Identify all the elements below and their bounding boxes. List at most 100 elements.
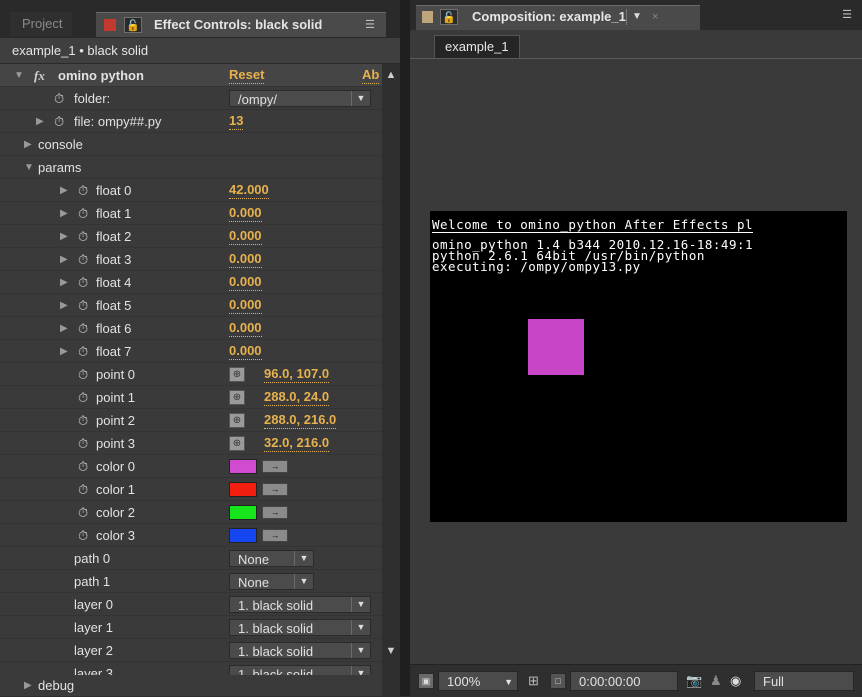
tab-project[interactable]: Project xyxy=(10,12,72,36)
stopwatch-icon[interactable]: ⏱ xyxy=(78,455,88,478)
expand-triangle-icon[interactable]: ▶ xyxy=(36,110,44,133)
point-value[interactable]: 288.0, 24.0 xyxy=(264,389,330,406)
stopwatch-icon[interactable]: ⏱ xyxy=(78,478,88,501)
expand-triangle-icon[interactable]: ▶ xyxy=(60,271,68,294)
stopwatch-icon[interactable]: ⏱ xyxy=(78,248,88,271)
panel-menu-icon[interactable]: ☰ xyxy=(842,8,852,21)
crosshair-icon[interactable]: ⊕ xyxy=(229,436,245,451)
float-value[interactable]: 0.000 xyxy=(229,343,262,360)
console-group-row[interactable]: ▶ console xyxy=(0,133,382,156)
path-dropdown[interactable]: None ▼ xyxy=(229,550,314,567)
float-value[interactable]: 42.000 xyxy=(229,182,269,199)
panel-menu-icon[interactable]: ☰ xyxy=(362,18,378,32)
expand-triangle-icon[interactable]: ▼ xyxy=(14,64,24,87)
stopwatch-icon[interactable]: ⏱ xyxy=(78,432,88,455)
effect-header-row[interactable]: ▼ fx omino python Reset Ab xyxy=(0,64,382,87)
debug-group-row[interactable]: ▶ debug xyxy=(0,675,382,696)
collapse-triangle-icon[interactable]: ▼ xyxy=(24,156,34,179)
stopwatch-icon[interactable]: ⏱ xyxy=(78,363,88,386)
color-swatch[interactable] xyxy=(229,528,257,543)
float-value[interactable]: 0.000 xyxy=(229,297,262,314)
point-value[interactable]: 32.0, 216.0 xyxy=(264,435,330,452)
safe-margins-icon[interactable]: ⊞ xyxy=(528,671,539,691)
always-preview-icon[interactable]: ▣ xyxy=(418,673,434,689)
tab-effect-controls[interactable]: 🔓 Effect Controls: black solid ☰ xyxy=(96,12,386,37)
expand-triangle-icon[interactable]: ▶ xyxy=(60,294,68,317)
color-swatch[interactable] xyxy=(229,505,257,520)
layer-dropdown[interactable]: 1. black solid▼ xyxy=(229,619,371,636)
expand-triangle-icon[interactable]: ▶ xyxy=(60,179,68,202)
tab-composition[interactable]: 🔓 Composition: example_1 ▼ × xyxy=(416,5,700,30)
expand-triangle-icon[interactable]: ▶ xyxy=(60,317,68,340)
channels-icon[interactable]: ◉ xyxy=(730,671,741,691)
transparency-grid-icon[interactable]: □ xyxy=(550,673,566,689)
resolution-dropdown[interactable]: Full xyxy=(754,671,854,691)
expand-triangle-icon[interactable]: ▶ xyxy=(24,133,32,156)
expand-triangle-icon[interactable]: ▶ xyxy=(60,248,68,271)
path-dropdown[interactable]: None ▼ xyxy=(229,573,314,590)
fx-icon[interactable]: fx xyxy=(34,64,45,87)
expand-triangle-icon[interactable]: ▶ xyxy=(60,340,68,363)
stopwatch-icon[interactable]: ⏱ xyxy=(78,225,88,248)
float-value[interactable]: 0.000 xyxy=(229,205,262,222)
point-value[interactable]: 288.0, 216.0 xyxy=(264,412,337,429)
reset-link[interactable]: Reset xyxy=(229,67,265,84)
stopwatch-icon[interactable]: ⏱ xyxy=(78,409,88,432)
eyedropper-icon[interactable]: → xyxy=(262,529,288,542)
stopwatch-icon[interactable]: ⏱ xyxy=(78,202,88,225)
eyedropper-icon[interactable]: → xyxy=(262,506,288,519)
point-value[interactable]: 96.0, 107.0 xyxy=(264,366,330,383)
params-group-row[interactable]: ▼ params xyxy=(0,156,382,179)
effect-properties-list: ▼ fx omino python Reset Ab ⏱ folder: /om… xyxy=(0,64,382,696)
lock-icon[interactable]: 🔓 xyxy=(124,17,142,33)
panel-divider[interactable] xyxy=(400,0,410,696)
expand-triangle-icon[interactable]: ▶ xyxy=(60,202,68,225)
float-value[interactable]: 0.000 xyxy=(229,320,262,337)
expand-triangle-icon[interactable]: ▶ xyxy=(60,225,68,248)
stopwatch-icon[interactable]: ⏱ xyxy=(54,87,64,110)
float-value[interactable]: 0.000 xyxy=(229,274,262,291)
timecode-field[interactable]: 0:00:00:00 xyxy=(570,671,678,691)
layer-dropdown[interactable]: 1. black solid▼ xyxy=(229,642,371,659)
float-label: float 4 xyxy=(96,275,132,290)
color-swatch[interactable] xyxy=(229,482,257,497)
stopwatch-icon[interactable]: ⏱ xyxy=(78,386,88,409)
expand-triangle-icon[interactable]: ▶ xyxy=(24,675,32,696)
stopwatch-icon[interactable]: ⏱ xyxy=(78,294,88,317)
close-icon[interactable]: × xyxy=(652,6,658,28)
stopwatch-icon[interactable]: ⏱ xyxy=(78,271,88,294)
layer-dropdown[interactable]: 1. black solid▼ xyxy=(229,596,371,613)
path-label: path 1 xyxy=(74,574,111,589)
color-label: color 1 xyxy=(96,482,136,497)
color-swatch[interactable] xyxy=(229,459,257,474)
stopwatch-icon[interactable]: ⏱ xyxy=(78,524,88,547)
person-icon[interactable]: ♟ xyxy=(710,671,722,691)
stopwatch-icon[interactable]: ⏱ xyxy=(78,317,88,340)
scroll-down-icon[interactable]: ▼ xyxy=(384,644,398,658)
color-row: ⏱ color 0 → xyxy=(0,455,382,478)
float-value[interactable]: 0.000 xyxy=(229,228,262,245)
composition-viewer[interactable]: Welcome to omino_python After Effects pl… xyxy=(410,58,862,665)
crosshair-icon[interactable]: ⊕ xyxy=(229,390,245,405)
viewer-tab[interactable]: example_1 xyxy=(434,35,520,58)
scroll-up-icon[interactable]: ▲ xyxy=(384,68,398,82)
lock-icon[interactable]: 🔓 xyxy=(440,9,458,25)
stopwatch-icon[interactable]: ⏱ xyxy=(78,501,88,524)
zoom-dropdown[interactable]: 100% ▼ xyxy=(438,671,518,691)
composition-canvas[interactable]: Welcome to omino_python After Effects pl… xyxy=(430,211,847,522)
crosshair-icon[interactable]: ⊕ xyxy=(229,413,245,428)
crosshair-icon[interactable]: ⊕ xyxy=(229,367,245,382)
about-link[interactable]: Ab xyxy=(362,67,380,84)
stopwatch-icon[interactable]: ⏱ xyxy=(54,110,64,133)
chevron-down-icon[interactable]: ▼ xyxy=(626,9,647,25)
stopwatch-icon[interactable]: ⏱ xyxy=(78,179,88,202)
float-value[interactable]: 0.000 xyxy=(229,251,262,268)
file-value[interactable]: 13 xyxy=(229,113,244,130)
eyedropper-icon[interactable]: → xyxy=(262,460,288,473)
eyedropper-icon[interactable]: → xyxy=(262,483,288,496)
layer-color-icon xyxy=(104,19,116,31)
effect-controls-scrollbar[interactable]: ▲ ▼ xyxy=(382,64,400,696)
camera-icon[interactable]: 📷 xyxy=(686,671,702,691)
folder-dropdown[interactable]: /ompy/ ▼ xyxy=(229,90,371,107)
stopwatch-icon[interactable]: ⏱ xyxy=(78,340,88,363)
